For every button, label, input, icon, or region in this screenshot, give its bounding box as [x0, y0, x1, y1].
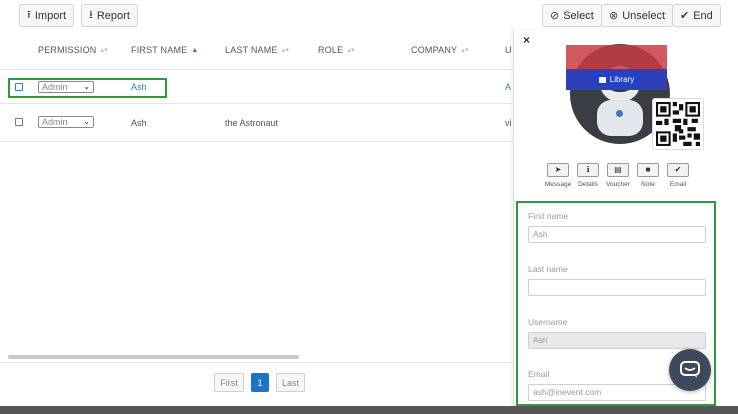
x-circle-icon: ⊗: [609, 10, 619, 22]
astronaut-badge: [616, 110, 623, 117]
first-name-input[interactable]: Ash: [528, 226, 706, 243]
u-cell: A: [505, 82, 512, 92]
sort-icon: ▴▾: [100, 47, 108, 54]
email-icon: ✔: [667, 163, 689, 177]
qr-code: [652, 98, 704, 150]
first-name-cell: Ash: [131, 118, 147, 128]
column-header-company[interactable]: COMPANY ▴▾: [411, 45, 469, 55]
import-label: Import: [34, 9, 67, 22]
column-header-u[interactable]: U: [505, 45, 512, 55]
info-icon: ℹ: [577, 163, 599, 177]
table-row[interactable]: Admin ⌄ Ash the Astronaut vi: [0, 104, 513, 142]
column-header-first-name[interactable]: FIRST NAME ▲: [131, 45, 198, 55]
checkmark-icon: ✔: [680, 10, 690, 22]
select-label: Select: [563, 9, 594, 22]
note-action[interactable]: ■ Note: [633, 163, 663, 188]
permission-select[interactable]: Admin ⌄: [38, 116, 94, 128]
unselect-button[interactable]: ⊗ Unselect: [601, 4, 674, 27]
sort-asc-icon: ▲: [191, 47, 199, 54]
row-checkbox[interactable]: [15, 118, 23, 126]
username-input: Ash: [528, 332, 706, 349]
horizontal-scrollbar[interactable]: [8, 355, 299, 359]
last-name-label: Last name: [528, 264, 568, 274]
sort-icon: ▴▾: [347, 47, 355, 54]
username-label: Username: [528, 317, 568, 327]
sort-icon: ▴▾: [461, 47, 469, 54]
chat-button[interactable]: [669, 349, 711, 391]
image-icon: [598, 76, 606, 83]
first-name-label: First name: [528, 211, 569, 221]
last-page-button[interactable]: Last: [276, 373, 305, 392]
report-button[interactable]: ⭳ Report: [81, 4, 138, 27]
library-button[interactable]: Library: [592, 73, 641, 86]
last-name-cell: the Astronaut: [225, 118, 279, 128]
import-button[interactable]: ⭱ Import: [19, 4, 75, 27]
qr-code-icon: [656, 102, 700, 146]
library-label: Library: [609, 75, 635, 84]
details-action[interactable]: ℹ Details: [573, 163, 603, 188]
chat-icon: [680, 361, 700, 378]
note-icon: ■: [637, 163, 659, 177]
report-label: Report: [96, 9, 130, 22]
photo-overlay-band: [566, 45, 667, 69]
page-button-current[interactable]: 1: [251, 373, 269, 392]
bottom-bar: [0, 406, 738, 414]
column-header-role[interactable]: ROLE ▴▾: [318, 45, 355, 55]
upload-icon: ⭱: [27, 9, 31, 21]
send-icon: ➤: [547, 163, 569, 177]
highlight-box-row: [8, 78, 167, 98]
download-icon: ⭳: [89, 9, 93, 21]
u-cell: vi: [505, 118, 512, 128]
table-header: PERMISSION ▴▾ FIRST NAME ▲ LAST NAME ▴▾ ROL…: [0, 32, 513, 70]
library-band: Library: [566, 69, 667, 90]
message-action[interactable]: ➤ Message: [543, 163, 573, 188]
last-name-input[interactable]: [528, 279, 706, 296]
divider: [0, 362, 513, 363]
end-label: End: [693, 9, 713, 22]
end-button[interactable]: ✔ End: [672, 4, 721, 27]
app-root: ⭱ Import ⭳ Report ⊘ Select ⊗ Unselect ✔ …: [0, 0, 738, 414]
astronaut-body: [597, 100, 643, 136]
voucher-icon: ▤: [607, 163, 629, 177]
first-page-button[interactable]: First: [214, 373, 244, 392]
close-icon[interactable]: ×: [523, 33, 530, 47]
unselect-label: Unselect: [622, 9, 666, 22]
sort-icon: ▴▾: [281, 47, 290, 54]
column-header-permission[interactable]: PERMISSION ▴▾: [38, 45, 108, 55]
email-label: Email: [528, 369, 550, 379]
chevron-down-icon: ⌄: [83, 117, 90, 126]
voucher-action[interactable]: ▤ Voucher: [603, 163, 633, 188]
email-action[interactable]: ✔ Email: [663, 163, 693, 188]
check-circle-icon: ⊘: [550, 10, 560, 22]
select-button[interactable]: ⊘ Select: [542, 4, 602, 27]
column-header-last-name[interactable]: LAST NAME ▴▾: [225, 45, 289, 55]
